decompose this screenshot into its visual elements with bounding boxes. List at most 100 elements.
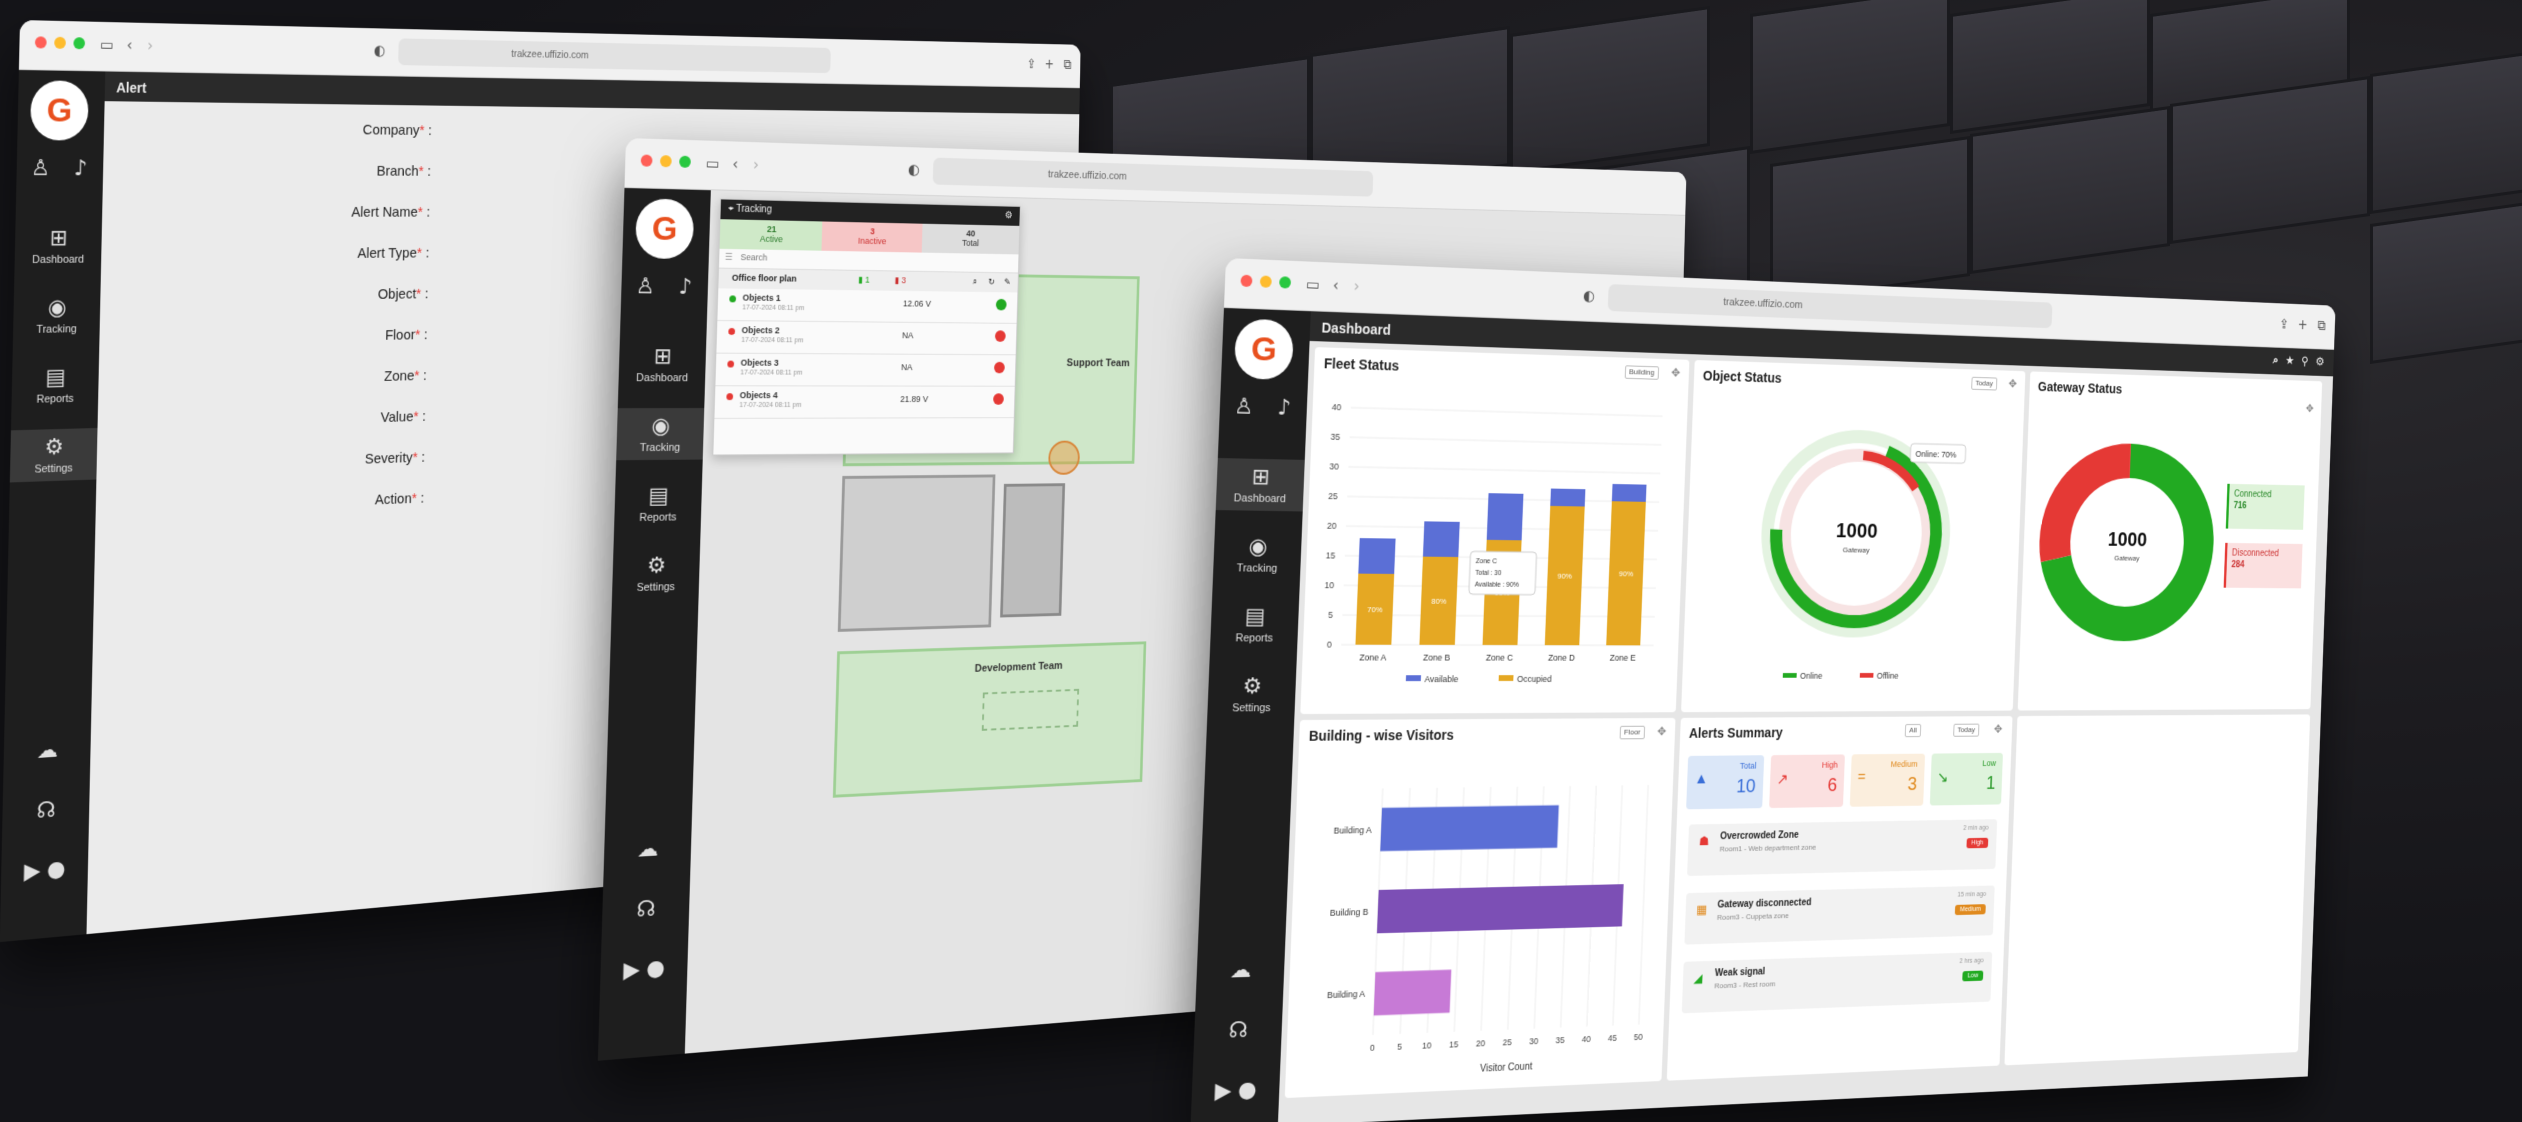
move-handle-icon[interactable]: ✥ — [2008, 377, 2017, 390]
app-logo[interactable]: G — [635, 198, 694, 259]
disconnected-card[interactable]: Disconnected 284 — [2224, 543, 2303, 589]
sidebar-toggle-icon[interactable]: ▭ — [1306, 275, 1320, 293]
user-icon[interactable]: ♙ — [1221, 394, 1266, 420]
sidebar-toggle-icon[interactable]: ▭ — [100, 36, 114, 54]
back-icon[interactable]: ‹ — [1333, 276, 1339, 294]
alert-card-total[interactable]: ▲ Total 10 — [1686, 755, 1764, 809]
move-handle-icon[interactable]: ✥ — [2306, 402, 2314, 415]
settings-gear-icon[interactable]: ⚙ — [1005, 210, 1013, 221]
sidebar-item-settings[interactable]: ⚙ Settings — [1207, 668, 1296, 720]
back-icon[interactable]: ‹ — [732, 155, 738, 173]
cloud-download-icon[interactable]: ☁ — [1196, 957, 1284, 985]
alert-card-medium[interactable]: = Medium 3 — [1850, 754, 1925, 807]
center-value: 1000 — [1836, 518, 1878, 542]
app-store-icons[interactable]: ▶ ● — [1191, 1076, 1279, 1105]
app-store-icons[interactable]: ▶ ● — [600, 954, 688, 985]
object-list-item[interactable]: Objects 4 17-07-2024 08:11 pm 21.89 V — [714, 386, 1014, 419]
form-label-company: Company* : — [253, 121, 432, 139]
new-tab-icon[interactable]: + — [1044, 56, 1054, 72]
object-list-item[interactable]: Objects 2 17-07-2024 08:11 pm NA — [716, 321, 1016, 355]
new-tab-icon[interactable]: + — [2297, 317, 2307, 333]
development-team-zone[interactable]: Development Team — [833, 641, 1146, 797]
inactive-count[interactable]: 3 Inactive — [822, 221, 922, 252]
cloud-download-icon[interactable]: ☁ — [4, 735, 91, 766]
app-logo[interactable]: G — [30, 80, 89, 140]
floor-filter-select[interactable]: Floor — [1619, 726, 1645, 740]
maximize-window-button[interactable] — [73, 37, 85, 49]
bell-icon[interactable]: ♪ — [664, 275, 708, 300]
address-bar[interactable] — [398, 38, 831, 73]
sidebar-item-reports[interactable]: ▤ Reports — [11, 359, 99, 413]
sidebar-item-tracking[interactable]: ◉ Tracking — [616, 408, 704, 460]
search-input[interactable] — [740, 252, 942, 265]
app-logo[interactable]: G — [1234, 318, 1294, 380]
alert-list-item[interactable]: ◢ Weak signal Room3 - Rest room 2 hrs ago Lo… — [1682, 952, 1993, 1014]
forward-icon[interactable]: › — [147, 37, 153, 55]
close-window-button[interactable] — [35, 36, 47, 48]
connected-card[interactable]: Connected 716 — [2226, 484, 2305, 530]
sidebar-item-dashboard[interactable]: ⊞ Dashboard — [1216, 458, 1305, 511]
sidebar-item-tracking[interactable]: ◉ Tracking — [1213, 528, 1302, 581]
alert-card-low[interactable]: ↘ Low 1 — [1929, 753, 2003, 806]
alert-card-value: 6 — [1827, 775, 1837, 797]
alert-list-item[interactable]: ☗ Overcrowded Zone Room1 - Web department … — [1687, 819, 1997, 876]
settings-icon[interactable]: ⚙ — [2315, 355, 2324, 369]
close-window-button[interactable] — [1240, 275, 1252, 287]
building-filter-select[interactable]: Building — [1624, 365, 1659, 379]
headset-icon[interactable]: ☊ — [2, 795, 89, 827]
address-bar[interactable] — [1608, 284, 2053, 328]
minimize-window-button[interactable] — [1260, 275, 1272, 287]
tabs-overview-icon[interactable]: ⧉ — [1063, 57, 1071, 73]
refresh-icon[interactable]: ↻ — [988, 277, 995, 288]
move-handle-icon[interactable]: ✥ — [1994, 723, 2003, 736]
move-handle-icon[interactable]: ✥ — [1657, 725, 1666, 738]
alert-list-item[interactable]: ▦ Gateway disconnected Room3 - Cuppeta zon… — [1684, 885, 1994, 944]
sidebar-item-reports[interactable]: ▤ Reports — [614, 477, 702, 530]
sidebar-item-settings[interactable]: ⚙ Settings — [10, 428, 98, 483]
headset-icon[interactable]: ☊ — [602, 894, 690, 925]
tracking-tab[interactable]: Tracking — [736, 204, 772, 216]
search-icon[interactable]: ⌕ — [2273, 354, 2279, 368]
star-icon[interactable]: ★ — [2285, 354, 2294, 368]
alert-card-high[interactable]: ↗ High 6 — [1769, 754, 1845, 808]
alert-type-select[interactable]: All — [1905, 724, 1921, 737]
antenna-icon[interactable]: ⚲ — [2301, 355, 2309, 369]
total-count[interactable]: 40 Total — [921, 224, 1019, 255]
sidebar-item-tracking[interactable]: ◉ Tracking — [13, 289, 101, 342]
sidebar-item-settings[interactable]: ⚙ Settings — [612, 547, 700, 601]
forward-icon[interactable]: › — [1353, 277, 1359, 295]
share-icon[interactable]: ⇪ — [2279, 316, 2289, 332]
sidebar-item-reports[interactable]: ▤ Reports — [1210, 598, 1299, 650]
share-icon[interactable]: ⇪ — [1027, 56, 1037, 72]
object-list-item[interactable]: Objects 3 17-07-2024 08:11 pm NA — [715, 354, 1015, 387]
forward-icon[interactable]: › — [753, 156, 759, 174]
today-filter-select[interactable]: Today — [1971, 377, 1997, 391]
tabs-overview-icon[interactable]: ⧉ — [2317, 317, 2326, 333]
close-window-button[interactable] — [641, 154, 653, 166]
headset-icon[interactable]: ☊ — [1194, 1017, 1282, 1045]
active-count[interactable]: 21 Active — [720, 219, 823, 251]
status-dot — [726, 393, 733, 400]
alert-period-select[interactable]: Today — [1953, 724, 1979, 737]
edit-icon[interactable]: ✎ — [1004, 277, 1011, 288]
user-icon[interactable]: ♙ — [623, 274, 667, 300]
filter-icon[interactable]: ☰ — [725, 252, 733, 262]
user-icon[interactable]: ♙ — [18, 156, 62, 181]
bell-icon[interactable]: ♪ — [59, 156, 103, 181]
address-bar[interactable] — [933, 158, 1374, 197]
sidebar-item-dashboard[interactable]: ⊞ Dashboard — [14, 220, 102, 272]
sidebar-toggle-icon[interactable]: ▭ — [706, 154, 720, 172]
app-store-icons[interactable]: ▶ ● — [1, 855, 88, 887]
bell-icon[interactable]: ♪ — [1262, 395, 1306, 421]
search-icon[interactable]: ⌕ — [973, 277, 978, 288]
sidebar-item-dashboard[interactable]: ⊞ Dashboard — [618, 338, 706, 390]
tracked-object-marker[interactable] — [1048, 441, 1080, 475]
maximize-window-button[interactable] — [1279, 276, 1291, 288]
cloud-download-icon[interactable]: ☁ — [604, 835, 692, 865]
minimize-window-button[interactable] — [54, 37, 66, 49]
maximize-window-button[interactable] — [679, 156, 691, 168]
object-list-item[interactable]: Objects 1 17-07-2024 08:11 pm 12.06 V — [717, 288, 1017, 324]
back-icon[interactable]: ‹ — [127, 36, 133, 54]
move-handle-icon[interactable]: ✥ — [1671, 366, 1680, 380]
minimize-window-button[interactable] — [660, 155, 672, 167]
